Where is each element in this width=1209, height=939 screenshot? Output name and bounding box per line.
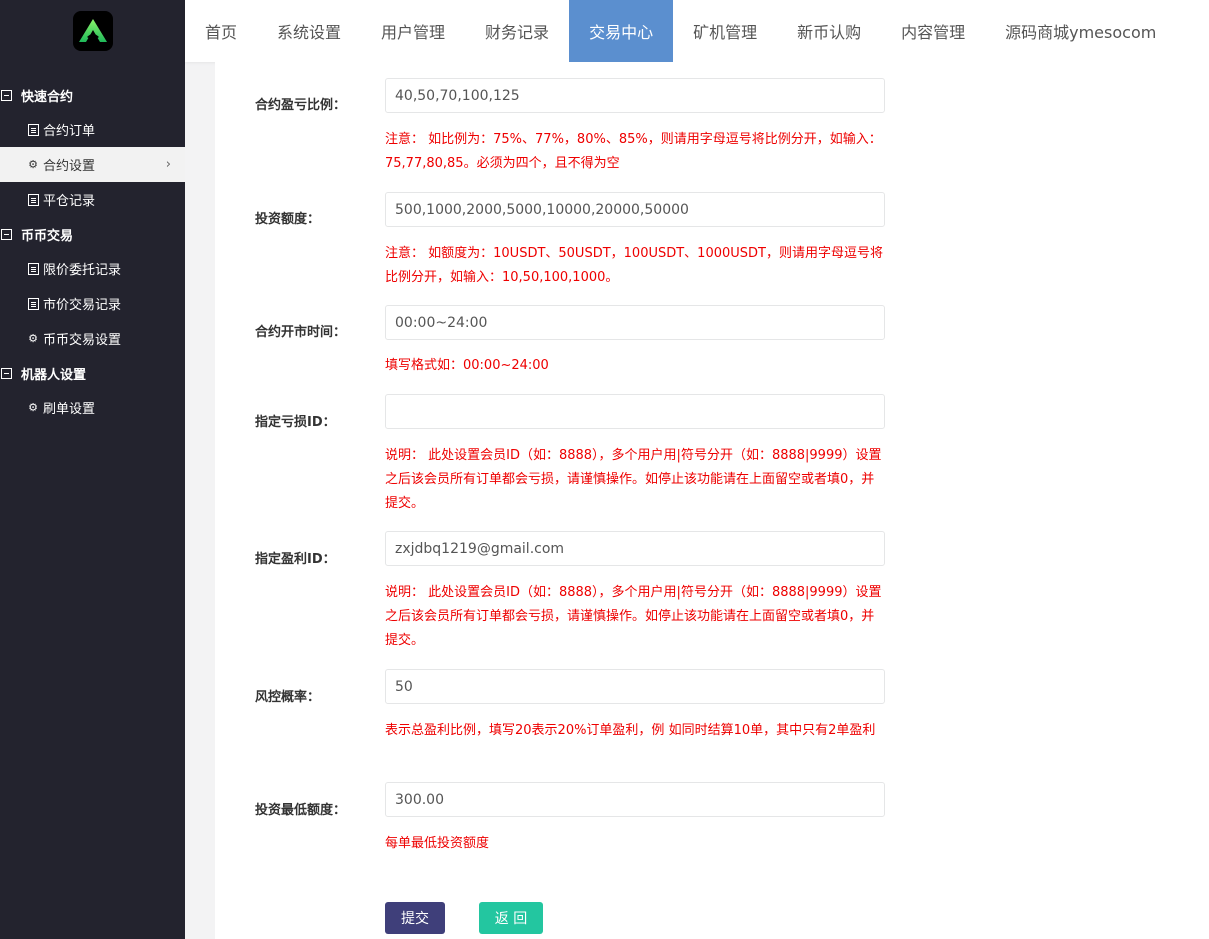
sidebar-group-robot-settings[interactable]: 机器人设置 — [0, 356, 185, 390]
app-logo[interactable] — [72, 11, 113, 51]
submit-button[interactable]: 提交 — [385, 902, 445, 934]
min-investment-label: 投资最低额度： — [255, 803, 347, 818]
logo-icon — [78, 19, 107, 42]
min-investment-hint: 每单最低投资额度 — [385, 836, 490, 851]
gear-icon: ⚙ — [28, 401, 38, 414]
investment-amount-label: 投资额度： — [255, 212, 321, 227]
market-hours-label: 合约开市时间： — [255, 325, 347, 340]
doc-icon — [27, 123, 39, 136]
sidebar-item-label: 市价交易记录 — [43, 298, 122, 313]
sidebar-item-label: 刷单设置 — [43, 402, 96, 417]
sidebar-group-label: 币币交易 — [21, 228, 74, 244]
top-nav: 首页 系统设置 用户管理 财务记录 交易中心 矿机管理 新币认购 内容管理 源码… — [185, 0, 1209, 62]
doc-icon — [27, 297, 39, 310]
gear-icon: ⚙ — [28, 158, 38, 171]
sidebar-item-label: 限价委托记录 — [43, 263, 122, 278]
sidebar-group-label: 快速合约 — [21, 89, 74, 105]
market-hours-input[interactable]: 00:00~24:00 — [385, 305, 885, 340]
sidebar-item-label: 合约订单 — [43, 124, 96, 139]
profit-loss-ratio-hint: 注意： 如比例为：75%、77%，80%、85%，则请用字母逗号将比例分开，如输… — [385, 132, 882, 171]
sidebar-item-market-trades[interactable]: 市价交易记录 — [0, 286, 185, 321]
tab-system-settings[interactable]: 系统设置 — [257, 0, 361, 62]
tab-finance-records[interactable]: 财务记录 — [465, 0, 569, 62]
profit-loss-ratio-input[interactable]: 40,50,70,100,125 — [385, 78, 885, 113]
risk-probability-label: 风控概率： — [255, 690, 321, 705]
sidebar-item-limit-orders[interactable]: 限价委托记录 — [0, 251, 185, 286]
investment-amount-input[interactable]: 500,1000,2000,5000,10000,20000,50000 — [385, 192, 885, 227]
sidebar-item-close-records[interactable]: 平仓记录 — [0, 182, 185, 217]
sidebar-item-label: 平仓记录 — [43, 194, 96, 209]
risk-probability-input[interactable]: 50 — [385, 669, 885, 704]
tab-miner-management[interactable]: 矿机管理 — [673, 0, 777, 62]
sidebar-item-contract-orders[interactable]: 合约订单 — [0, 112, 185, 147]
collapse-icon — [1, 89, 12, 101]
tab-content-management[interactable]: 内容管理 — [881, 0, 985, 62]
loss-id-hint: 说明： 此处设置会员ID（如：8888），多个用户用|符号分开（如：8888|9… — [385, 448, 882, 511]
sidebar-item-contract-settings[interactable]: ⚙ 合约设置 › — [0, 147, 185, 182]
tab-user-management[interactable]: 用户管理 — [361, 0, 465, 62]
logo-area — [0, 0, 185, 62]
tab-trading-center[interactable]: 交易中心 — [569, 0, 674, 62]
sidebar-group-label: 机器人设置 — [21, 367, 87, 383]
min-investment-input[interactable]: 300.00 — [385, 782, 885, 817]
sidebar: 快速合约 合约订单 ⚙ 合约设置 › 平仓记录 币币交易 限价委托记录 市价交易… — [0, 0, 185, 939]
collapse-icon — [1, 367, 12, 379]
sidebar-item-label: 币币交易设置 — [43, 333, 122, 348]
back-button[interactable]: 返 回 — [479, 902, 543, 934]
investment-amount-hint: 注意： 如额度为：10USDT、50USDT，100USDT、1000USDT，… — [385, 246, 883, 285]
doc-icon — [27, 193, 39, 206]
loss-id-input[interactable] — [385, 394, 885, 429]
collapse-icon — [1, 228, 12, 240]
chevron-right-icon: › — [165, 157, 171, 172]
sidebar-group-quick-contract[interactable]: 快速合约 — [0, 78, 185, 112]
profit-loss-ratio-label: 合约盈亏比例： — [255, 98, 347, 113]
loss-id-label: 指定亏损ID： — [255, 415, 336, 430]
tab-new-coin-subscription[interactable]: 新币认购 — [777, 0, 881, 62]
profit-id-hint: 说明： 此处设置会员ID（如：8888），多个用户用|符号分开（如：8888|9… — [385, 585, 882, 648]
profit-id-input[interactable]: zxjdbq1219@gmail.com — [385, 531, 885, 566]
profit-id-label: 指定盈利ID： — [255, 552, 336, 567]
sidebar-item-coin-settings[interactable]: ⚙ 币币交易设置 — [0, 321, 185, 356]
sidebar-item-label: 合约设置 — [43, 159, 96, 174]
tab-source-mall[interactable]: 源码商城ymesocom — [985, 0, 1176, 62]
risk-probability-hint: 表示总盈利比例，填写20表示20%订单盈利，例 如同时结算10单，其中只有2单盈… — [385, 723, 876, 738]
settings-form: 合约盈亏比例： 40,50,70,100,125 注意： 如比例为：75%、77… — [215, 62, 1209, 939]
sidebar-group-coin-trading[interactable]: 币币交易 — [0, 217, 185, 251]
market-hours-hint: 填写格式如：00:00~24:00 — [385, 358, 549, 373]
doc-icon — [27, 262, 39, 275]
sidebar-item-brush-settings[interactable]: ⚙ 刷单设置 — [0, 390, 185, 425]
tab-home[interactable]: 首页 — [185, 0, 257, 62]
gear-icon: ⚙ — [28, 332, 38, 345]
